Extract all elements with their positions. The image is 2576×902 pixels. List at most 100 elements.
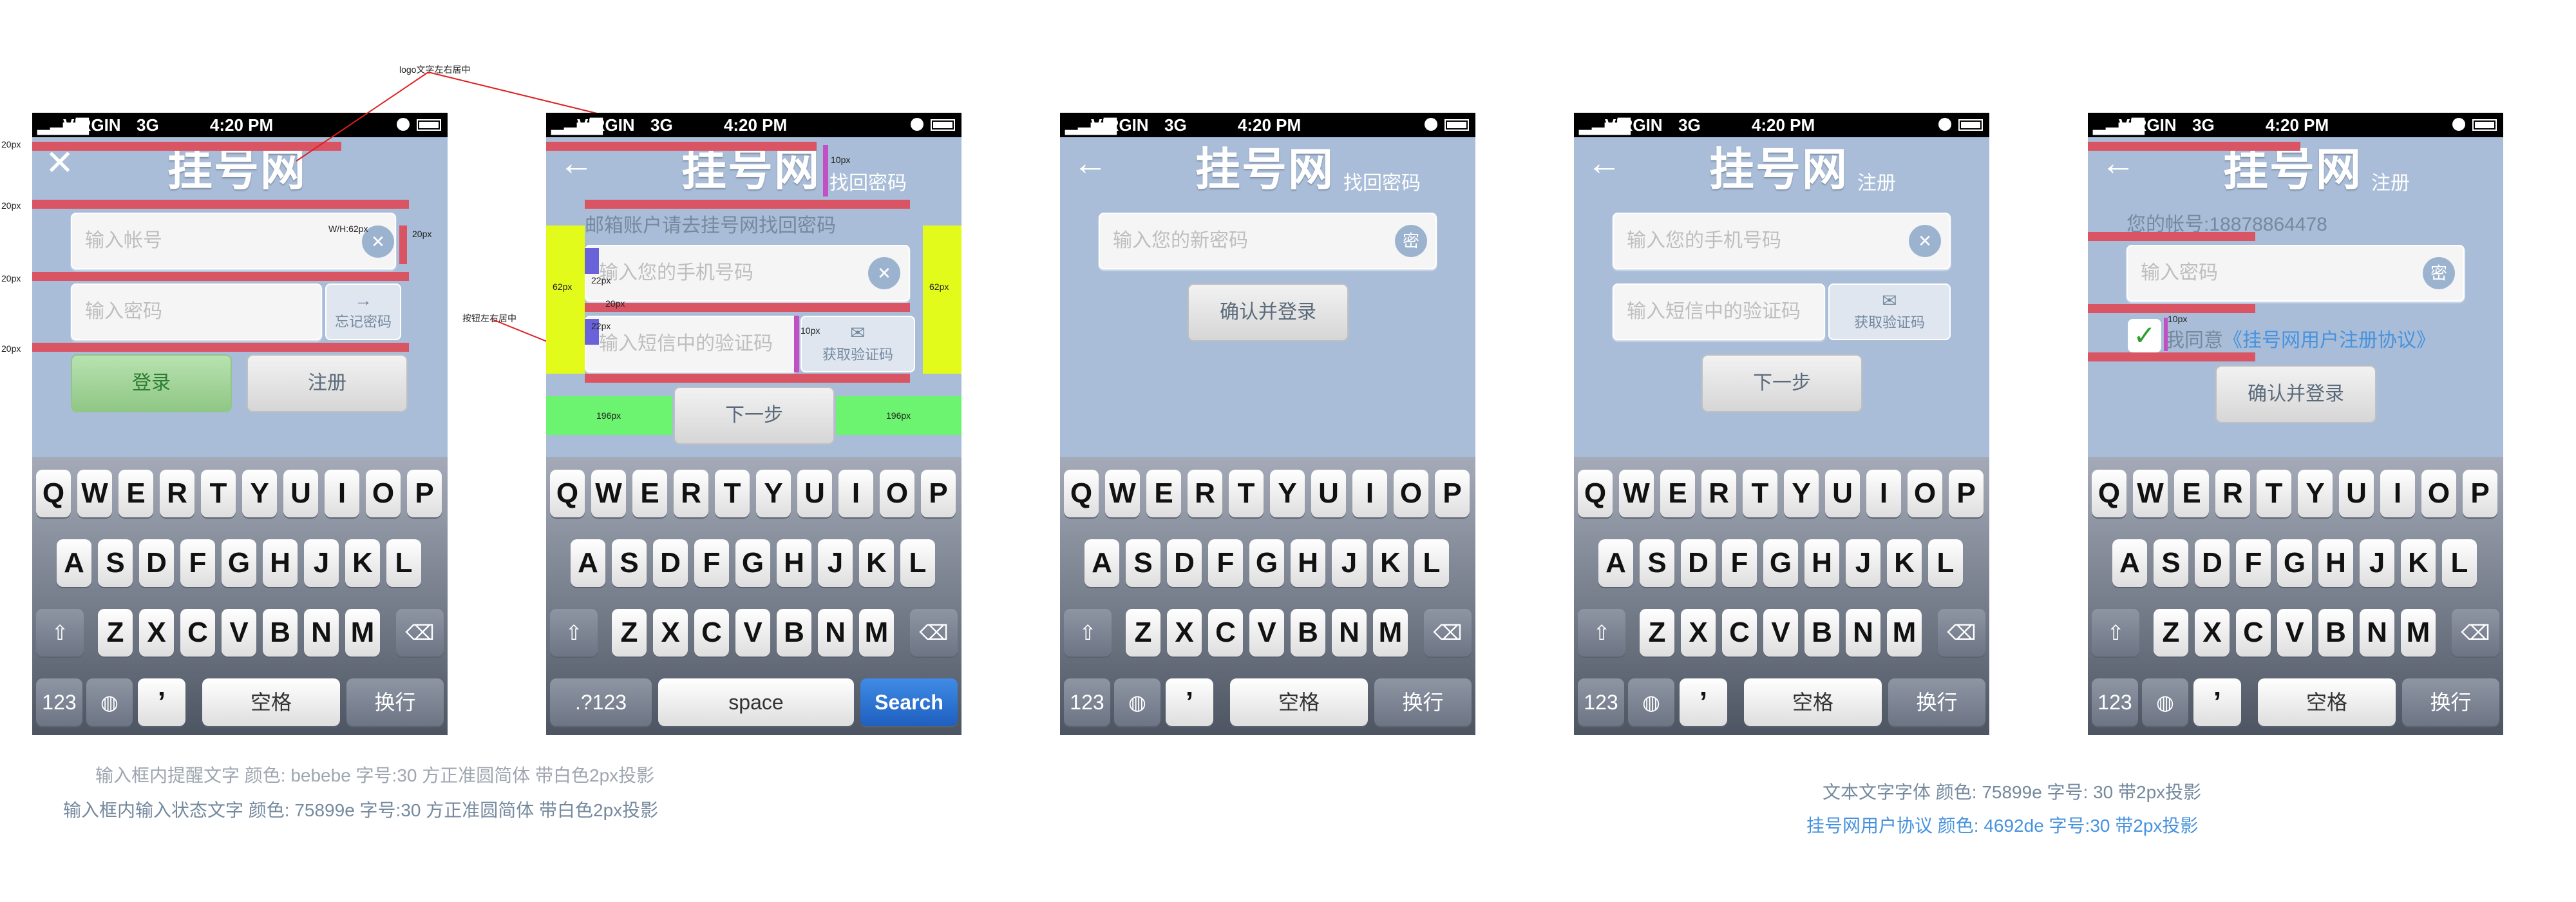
key-l[interactable]: L xyxy=(386,539,421,587)
key-a[interactable]: A xyxy=(57,539,91,587)
shift-key[interactable]: ⇧ xyxy=(550,609,598,657)
key-o[interactable]: O xyxy=(2421,470,2456,517)
key-c[interactable]: C xyxy=(694,609,729,657)
key-q[interactable]: Q xyxy=(1064,470,1099,517)
key-h[interactable]: H xyxy=(263,539,298,587)
key-m[interactable]: M xyxy=(1373,609,1408,657)
password-input[interactable]: 输入密码 xyxy=(71,283,322,340)
key-x[interactable]: X xyxy=(2195,609,2230,657)
key-s[interactable]: S xyxy=(98,539,133,587)
key-p[interactable]: P xyxy=(1435,470,1470,517)
key-g[interactable]: G xyxy=(1763,539,1798,587)
key-b[interactable]: B xyxy=(2318,609,2353,657)
key-r[interactable]: R xyxy=(160,470,194,517)
key-s[interactable]: S xyxy=(612,539,647,587)
code-input[interactable]: 输入短信中的验证码 xyxy=(585,316,797,372)
key-t[interactable]: T xyxy=(715,470,750,517)
comma-key[interactable]: ’ xyxy=(2193,678,2241,726)
code-input[interactable]: 输入短信中的验证码 xyxy=(1613,283,1825,340)
key-v[interactable]: V xyxy=(222,609,256,657)
clear-icon[interactable]: ✕ xyxy=(1909,225,1941,257)
key-t[interactable]: T xyxy=(1743,470,1777,517)
key-e[interactable]: E xyxy=(1660,470,1695,517)
key-f[interactable]: F xyxy=(180,539,215,587)
numbers-key[interactable]: 123 xyxy=(1064,678,1110,726)
key-t[interactable]: T xyxy=(1229,470,1264,517)
key-g[interactable]: G xyxy=(735,539,770,587)
key-j[interactable]: J xyxy=(2360,539,2394,587)
key-o[interactable]: O xyxy=(366,470,401,517)
key-r[interactable]: R xyxy=(2215,470,2250,517)
agreement-link[interactable]: 《挂号网用户注册协议》 xyxy=(2223,330,2436,351)
key-g[interactable]: G xyxy=(2277,539,2312,587)
key-x[interactable]: X xyxy=(1681,609,1716,657)
key-c[interactable]: C xyxy=(1722,609,1757,657)
login-button[interactable]: 登录 xyxy=(71,354,232,412)
key-z[interactable]: Z xyxy=(1640,609,1674,657)
key-m[interactable]: M xyxy=(1887,609,1922,657)
key-l[interactable]: L xyxy=(2442,539,2477,587)
key-b[interactable]: B xyxy=(1291,609,1325,657)
key-d[interactable]: D xyxy=(2195,539,2230,587)
key-h[interactable]: H xyxy=(1804,539,1839,587)
key-t[interactable]: T xyxy=(2257,470,2291,517)
key-f[interactable]: F xyxy=(694,539,729,587)
key-b[interactable]: B xyxy=(777,609,811,657)
next-button[interactable]: 下一步 xyxy=(1701,354,1862,412)
numbers-key[interactable]: 123 xyxy=(1578,678,1624,726)
agree-checkbox[interactable]: ✓ xyxy=(2128,319,2161,352)
back-arrow-icon[interactable]: ← xyxy=(1587,142,1622,184)
key-w[interactable]: W xyxy=(1619,470,1654,517)
numbers-key[interactable]: .?123 xyxy=(550,678,652,726)
return-key[interactable]: 换行 xyxy=(1374,678,1472,726)
key-x[interactable]: X xyxy=(653,609,688,657)
key-n[interactable]: N xyxy=(2360,609,2394,657)
confirm-login-button[interactable]: 确认并登录 xyxy=(2215,365,2376,423)
key-w[interactable]: W xyxy=(591,470,626,517)
comma-key[interactable]: ’ xyxy=(1166,678,1213,726)
key-k[interactable]: K xyxy=(859,539,894,587)
key-y[interactable]: Y xyxy=(2298,470,2333,517)
key-p[interactable]: P xyxy=(921,470,956,517)
key-m[interactable]: M xyxy=(345,609,380,657)
key-s[interactable]: S xyxy=(2154,539,2188,587)
backspace-key[interactable]: ⌫ xyxy=(396,609,444,657)
key-x[interactable]: X xyxy=(1167,609,1202,657)
key-e[interactable]: E xyxy=(632,470,667,517)
key-o[interactable]: O xyxy=(880,470,914,517)
backspace-key[interactable]: ⌫ xyxy=(1424,609,1472,657)
key-w[interactable]: W xyxy=(1105,470,1140,517)
return-key[interactable]: 换行 xyxy=(346,678,444,726)
globe-key[interactable]: ◍ xyxy=(1114,678,1160,726)
key-p[interactable]: P xyxy=(407,470,442,517)
key-a[interactable]: A xyxy=(1084,539,1119,587)
key-g[interactable]: G xyxy=(222,539,256,587)
globe-key[interactable]: ◍ xyxy=(86,678,133,726)
confirm-login-button[interactable]: 确认并登录 xyxy=(1188,283,1349,341)
key-w[interactable]: W xyxy=(77,470,112,517)
key-c[interactable]: C xyxy=(2236,609,2271,657)
key-q[interactable]: Q xyxy=(36,470,71,517)
password-input[interactable]: 输入密码 xyxy=(2126,245,2465,302)
key-j[interactable]: J xyxy=(818,539,853,587)
key-v[interactable]: V xyxy=(1249,609,1284,657)
key-j[interactable]: J xyxy=(1846,539,1880,587)
key-h[interactable]: H xyxy=(777,539,811,587)
key-q[interactable]: Q xyxy=(2092,470,2126,517)
key-o[interactable]: O xyxy=(1394,470,1428,517)
key-v[interactable]: V xyxy=(2277,609,2312,657)
key-q[interactable]: Q xyxy=(550,470,585,517)
key-r[interactable]: R xyxy=(1188,470,1222,517)
backspace-key[interactable]: ⌫ xyxy=(910,609,958,657)
key-k[interactable]: K xyxy=(345,539,380,587)
space-key[interactable]: 空格 xyxy=(202,678,340,726)
key-w[interactable]: W xyxy=(2133,470,2168,517)
key-q[interactable]: Q xyxy=(1578,470,1613,517)
key-y[interactable]: Y xyxy=(756,470,791,517)
shift-key[interactable]: ⇧ xyxy=(2092,609,2139,657)
key-u[interactable]: U xyxy=(2339,470,2374,517)
key-m[interactable]: M xyxy=(859,609,894,657)
key-y[interactable]: Y xyxy=(242,470,277,517)
key-r[interactable]: R xyxy=(1701,470,1736,517)
key-n[interactable]: N xyxy=(1846,609,1880,657)
